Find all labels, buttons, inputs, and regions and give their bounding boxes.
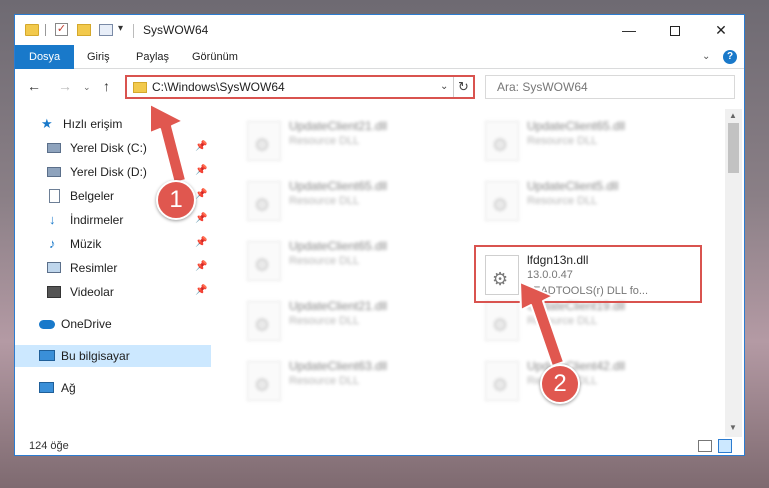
step-2-badge: 2 [540,364,580,404]
arrow-to-dll-file [519,281,565,367]
arrow-to-address-bar [149,103,187,184]
step-1-badge: 1 [156,180,196,220]
annotation-arrows [149,103,565,367]
